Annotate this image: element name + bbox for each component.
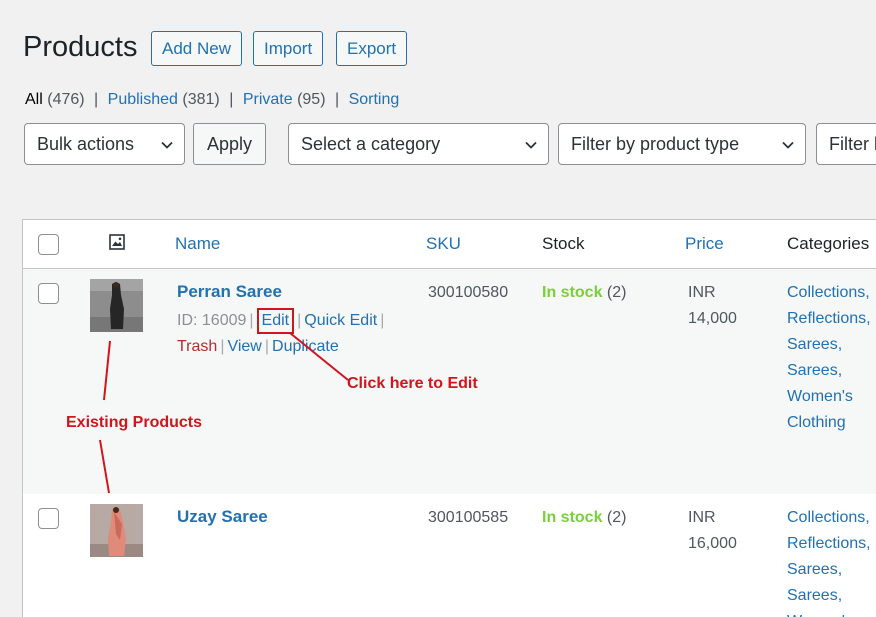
category-link[interactable]: Clothing [787,410,876,436]
category-link[interactable]: Collections, [787,505,876,531]
separator: | [334,91,340,108]
price-currency: INR [688,509,716,526]
edit-annotation-label: Click here to Edit [347,375,478,392]
column-categories: Categories [787,234,870,253]
price: INR 14,000 [688,280,737,332]
price-value: 16,000 [688,535,737,552]
price-currency: INR [688,284,716,301]
category-link[interactable]: Sarees, [787,583,876,609]
select-all-checkbox[interactable] [38,234,59,255]
bulk-actions-select[interactable]: Bulk actions [24,123,185,165]
separator: | [94,91,99,108]
category-link[interactable]: Sarees, [787,332,876,358]
image-icon [109,234,125,250]
row-checkbox[interactable] [38,508,59,529]
price-value: 14,000 [688,310,737,327]
stock-status-label: In stock [542,509,603,526]
product-name-link[interactable]: Perran Saree [177,282,282,302]
stock-status-select[interactable]: Filter b [816,123,876,165]
chevron-down-icon [525,141,537,149]
page-title: Products [23,31,138,63]
category-link[interactable]: Collections, [787,280,876,306]
filter-published-count: (381) [182,91,220,108]
product-thumbnail[interactable] [90,504,143,557]
import-button[interactable]: Import [253,31,324,66]
trash-link[interactable]: Trash [177,338,217,355]
category-link[interactable]: Sarees, [787,557,876,583]
chevron-down-icon [782,141,794,149]
view-link[interactable]: View [227,338,261,355]
category-list: Collections, Reflections, Sarees, Sarees… [787,280,876,436]
price: INR 16,000 [688,505,737,557]
products-page: Products Add New Import Export All (476)… [0,0,876,617]
chevron-down-icon [161,141,173,149]
product-name-link[interactable]: Uzay Saree [177,507,268,527]
column-sku[interactable]: SKU [426,234,461,254]
product-type-select-value: Filter by product type [571,134,740,154]
stock-quantity: (2) [606,509,627,526]
quick-edit-link[interactable]: Quick Edit [304,312,377,329]
filter-all[interactable]: All [25,91,43,108]
category-list: Collections, Reflections, Sarees, Sarees… [787,505,876,617]
existing-products-annotation-label: Existing Products [66,414,203,431]
stock-quantity: (2) [606,284,627,301]
product-thumbnail[interactable] [90,279,143,332]
edit-link[interactable]: Edit [262,312,290,329]
stock-status: In stock (2) [542,505,626,531]
product-id: ID: 16009 [177,312,247,329]
filter-published[interactable]: Published [108,91,178,108]
filter-private-count: (95) [297,91,326,108]
separator: | [229,91,234,108]
stock-status: In stock (2) [542,280,626,306]
table-row: Uzay Saree 300100585 In stock (2) INR 16… [23,494,876,617]
sku-value: 300100580 [428,284,509,301]
add-new-button[interactable]: Add New [151,31,242,66]
export-button[interactable]: Export [336,31,408,66]
sku-value: 300100585 [428,509,509,526]
row-actions: ID: 16009 | Edit | Quick Edit | Trash | View | Du… [177,308,417,360]
category-link[interactable]: Reflections, [787,306,876,332]
category-link[interactable]: Women's [787,609,876,617]
category-link[interactable]: Women's [787,384,876,410]
filter-sorting[interactable]: Sorting [349,91,400,108]
filter-private[interactable]: Private [243,91,293,108]
stock-status-label: In stock [542,284,603,301]
category-select[interactable]: Select a category [288,123,549,165]
apply-button[interactable]: Apply [193,123,266,165]
category-link[interactable]: Reflections, [787,531,876,557]
column-name[interactable]: Name [175,234,220,254]
category-link[interactable]: Sarees, [787,358,876,384]
category-select-value: Select a category [301,134,441,154]
status-filter: All (476) | Published (381) | Private (9… [25,91,399,109]
product-type-select[interactable]: Filter by product type [558,123,806,165]
duplicate-link[interactable]: Duplicate [272,338,339,355]
bulk-actions-value: Bulk actions [37,134,135,154]
filter-all-count: (476) [47,91,85,108]
column-price[interactable]: Price [685,234,724,254]
column-stock: Stock [542,234,585,253]
table-header: Name SKU Stock Price Categories [23,220,876,269]
row-checkbox[interactable] [38,283,59,304]
stock-status-select-value: Filter b [829,134,876,154]
edit-highlight-box: Edit [256,308,295,334]
